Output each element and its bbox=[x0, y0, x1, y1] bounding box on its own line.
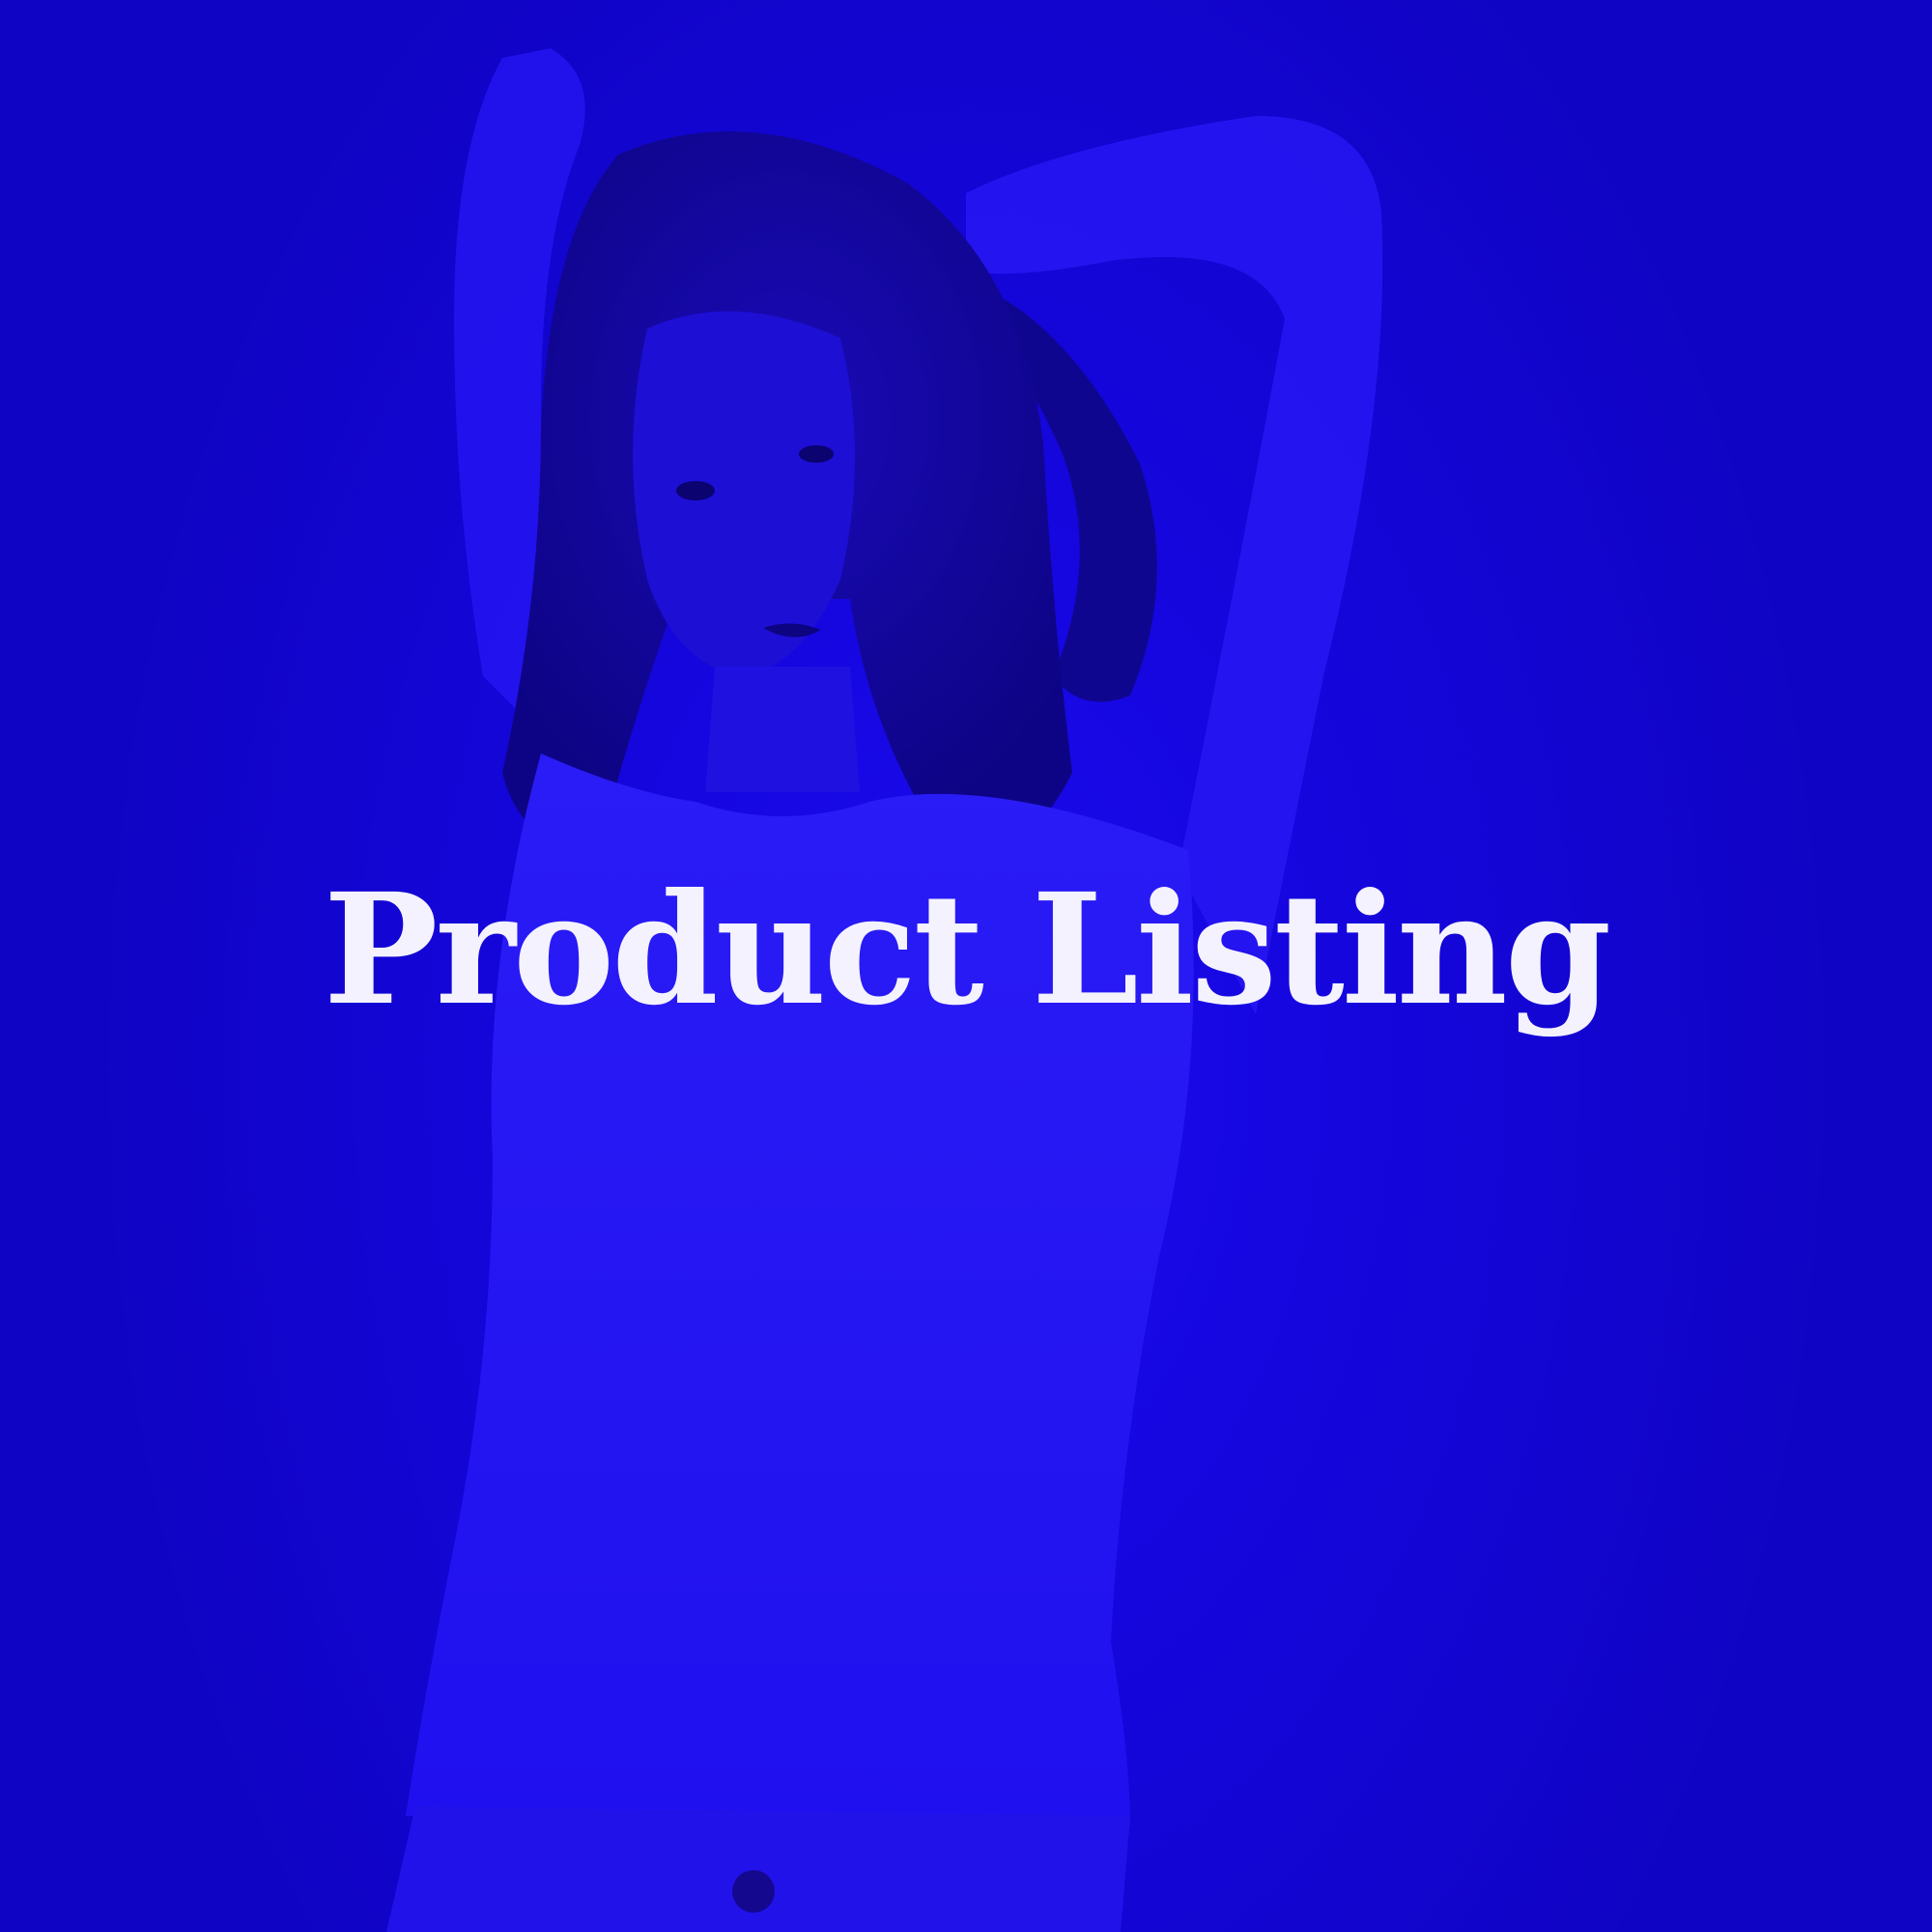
model-neck bbox=[705, 667, 860, 792]
model-eye-right bbox=[799, 445, 834, 463]
model-eye-left bbox=[676, 481, 715, 500]
trouser-button bbox=[732, 1870, 775, 1913]
model-face bbox=[633, 311, 855, 676]
page-title: Product Listing bbox=[323, 861, 1611, 1039]
hero-banner: Product Listing bbox=[0, 0, 1932, 1932]
model-trousers bbox=[386, 1806, 1130, 1932]
